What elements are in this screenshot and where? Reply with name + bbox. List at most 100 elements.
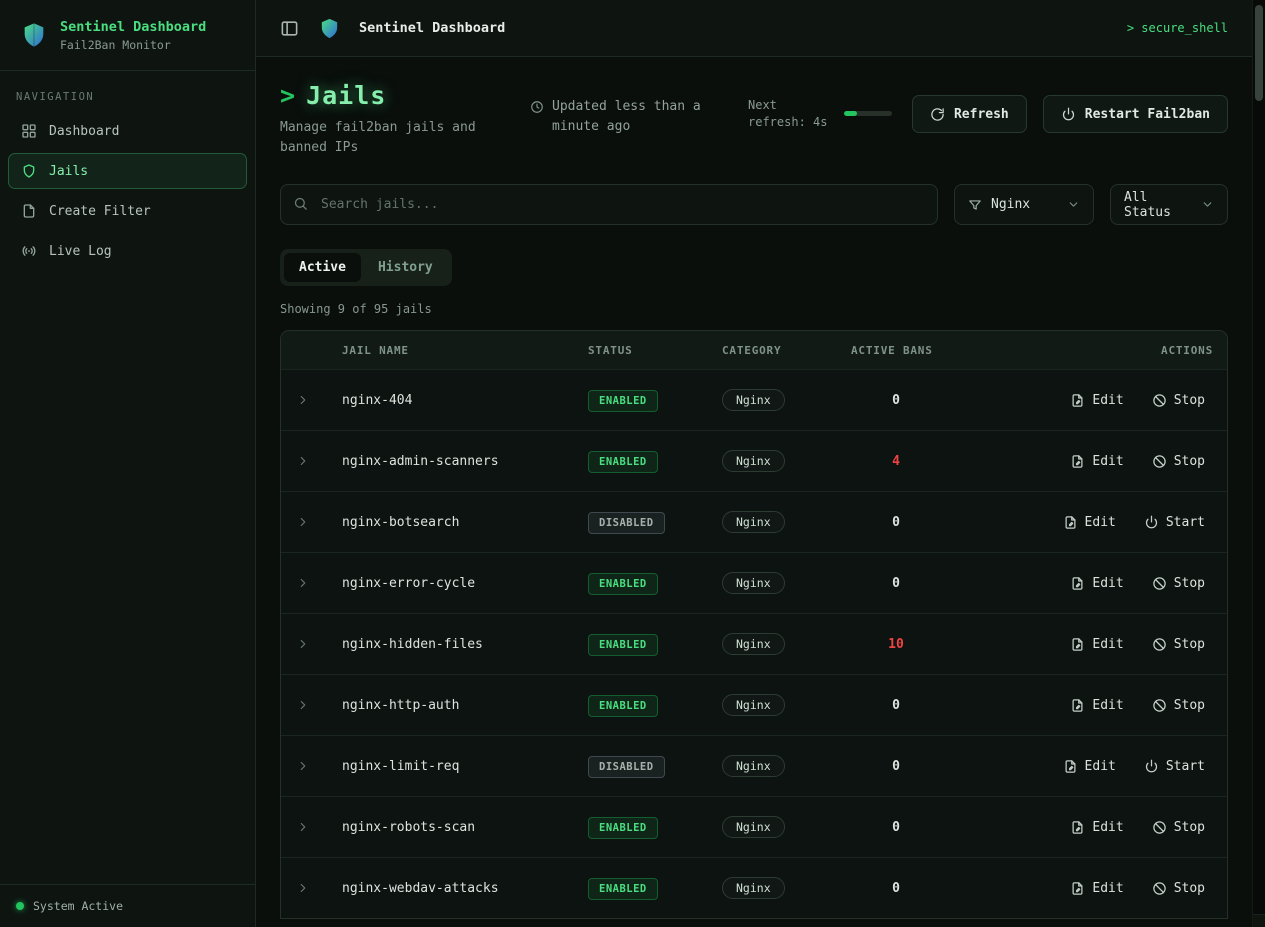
edit-label: Edit (1085, 515, 1116, 530)
edit-button[interactable]: Edit (1062, 448, 1131, 475)
category-badge: Nginx (722, 633, 785, 655)
category-badge: Nginx (722, 816, 785, 838)
shell-label: > secure_shell (1127, 21, 1228, 35)
toggle-button[interactable]: Stop (1144, 448, 1213, 475)
chevron-right-icon[interactable] (281, 881, 325, 895)
power-icon (1144, 759, 1159, 774)
edit-button[interactable]: Edit (1062, 814, 1131, 841)
jail-name: nginx-limit-req (325, 759, 588, 774)
ban-icon (1152, 820, 1167, 835)
edit-label: Edit (1092, 393, 1123, 408)
sidebar-item-create-filter[interactable]: Create Filter (8, 193, 247, 229)
chevron-right-icon[interactable] (281, 393, 325, 407)
toggle-button[interactable]: Stop (1144, 570, 1213, 597)
filter-icon (968, 198, 982, 212)
jail-name: nginx-webdav-attacks (325, 881, 588, 896)
refresh-icon (930, 107, 945, 122)
system-status: System Active (0, 884, 255, 927)
chevron-right-icon[interactable] (281, 576, 325, 590)
status-badge: ENABLED (588, 878, 658, 900)
updated-status: Updated less than a minute ago (530, 97, 726, 136)
restart-fail2ban-button[interactable]: Restart Fail2ban (1043, 95, 1228, 133)
toggle-button[interactable]: Stop (1144, 814, 1213, 841)
sidebar-toggle-icon[interactable] (280, 18, 300, 38)
edit-file-icon (1070, 454, 1085, 469)
chevron-right-icon[interactable] (281, 515, 325, 529)
category-filter-select[interactable]: Nginx (954, 184, 1094, 225)
sidebar: Sentinel Dashboard Fail2Ban Monitor NAVI… (0, 0, 256, 927)
edit-button[interactable]: Edit (1062, 570, 1131, 597)
status-badge: DISABLED (588, 512, 665, 534)
scrollbar[interactable] (1252, 0, 1265, 927)
edit-button[interactable]: Edit (1062, 875, 1131, 902)
tab-history[interactable]: History (363, 253, 448, 282)
chevron-right-icon[interactable] (281, 698, 325, 712)
edit-file-icon (1070, 820, 1085, 835)
table-row[interactable]: nginx-admin-scanners ENABLED Nginx 4 Edi… (281, 430, 1227, 491)
chevron-down-icon (1067, 198, 1080, 211)
table-row[interactable]: nginx-http-auth ENABLED Nginx 0 Edit Sto… (281, 674, 1227, 735)
toggle-button[interactable]: Stop (1144, 875, 1213, 902)
sidebar-app-subtitle: Fail2Ban Monitor (60, 38, 206, 52)
toggle-label: Stop (1174, 393, 1205, 408)
bans-count: 0 (851, 698, 941, 713)
sidebar-app-title: Sentinel Dashboard (60, 19, 206, 35)
sidebar-item-label: Dashboard (49, 124, 119, 139)
chevron-right-icon[interactable] (281, 820, 325, 834)
edit-button[interactable]: Edit (1062, 692, 1131, 719)
table-row[interactable]: nginx-webdav-attacks ENABLED Nginx 0 Edi… (281, 857, 1227, 918)
toggle-button[interactable]: Stop (1144, 631, 1213, 658)
sidebar-item-jails[interactable]: Jails (8, 153, 247, 189)
bans-count: 0 (851, 576, 941, 591)
sidebar-item-live-log[interactable]: Live Log (8, 233, 247, 269)
toggle-label: Start (1166, 515, 1205, 530)
toggle-label: Stop (1174, 454, 1205, 469)
category-filter-value: Nginx (991, 197, 1030, 212)
edit-button[interactable]: Edit (1055, 753, 1124, 780)
edit-file-icon (1070, 393, 1085, 408)
table-row[interactable]: nginx-limit-req DISABLED Nginx 0 Edit St… (281, 735, 1227, 796)
category-badge: Nginx (722, 450, 785, 472)
ban-icon (1152, 454, 1167, 469)
col-header-actions: ACTIONS (941, 344, 1227, 357)
jail-name: nginx-admin-scanners (325, 454, 588, 469)
ban-icon (1152, 637, 1167, 652)
clock-icon (530, 100, 544, 114)
topbar-logo-shield-icon (318, 17, 341, 40)
scrollbar-thumb[interactable] (1255, 5, 1263, 101)
edit-label: Edit (1092, 698, 1123, 713)
page-header: >Jails Manage fail2ban jails and banned … (280, 81, 1228, 158)
chevron-right-icon[interactable] (281, 759, 325, 773)
chevron-right-icon[interactable] (281, 454, 325, 468)
toggle-button[interactable]: Stop (1144, 387, 1213, 414)
toggle-button[interactable]: Stop (1144, 692, 1213, 719)
table-row[interactable]: nginx-robots-scan ENABLED Nginx 0 Edit S… (281, 796, 1227, 857)
toggle-button[interactable]: Start (1136, 753, 1213, 780)
scrollbar-corner (1253, 914, 1265, 927)
bans-count: 10 (851, 637, 941, 652)
edit-button[interactable]: Edit (1062, 631, 1131, 658)
status-badge: ENABLED (588, 695, 658, 717)
toggle-label: Stop (1174, 881, 1205, 896)
tab-active[interactable]: Active (284, 253, 361, 282)
chevron-right-icon[interactable] (281, 637, 325, 651)
toggle-button[interactable]: Start (1136, 509, 1213, 536)
file-icon (21, 203, 37, 219)
bans-count: 0 (851, 759, 941, 774)
table-row[interactable]: nginx-404 ENABLED Nginx 0 Edit Stop (281, 369, 1227, 430)
refresh-button[interactable]: Refresh (912, 95, 1027, 133)
edit-button[interactable]: Edit (1055, 509, 1124, 536)
sidebar-item-dashboard[interactable]: Dashboard (8, 113, 247, 149)
edit-button[interactable]: Edit (1062, 387, 1131, 414)
search-icon (293, 196, 308, 211)
table-row[interactable]: nginx-botsearch DISABLED Nginx 0 Edit St… (281, 491, 1227, 552)
table-row[interactable]: nginx-hidden-files ENABLED Nginx 10 Edit… (281, 613, 1227, 674)
table-row[interactable]: nginx-error-cycle ENABLED Nginx 0 Edit S… (281, 552, 1227, 613)
status-filter-select[interactable]: All Status (1110, 184, 1228, 225)
status-filter-value: All Status (1124, 190, 1192, 220)
showing-count: Showing 9 of 95 jails (280, 302, 1228, 316)
edit-label: Edit (1092, 820, 1123, 835)
sidebar-item-label: Live Log (49, 244, 112, 259)
search-input[interactable] (280, 184, 938, 225)
col-header-jail-name: JAIL NAME (325, 344, 588, 357)
